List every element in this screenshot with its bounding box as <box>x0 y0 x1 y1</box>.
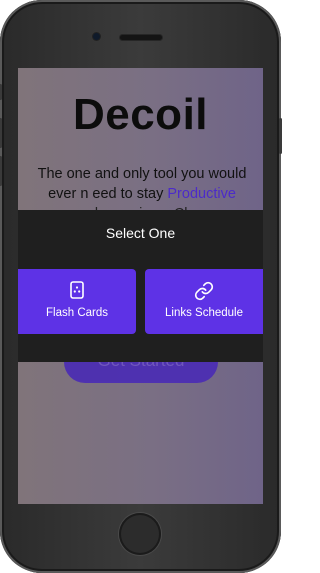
tagline-highlight: Productive <box>167 186 236 202</box>
earpiece-speaker <box>120 35 162 40</box>
sheet-title: Select One <box>105 225 176 241</box>
links-schedule-label: Links Schedule <box>165 307 243 319</box>
flash-cards-label: Flash Cards <box>46 307 108 319</box>
flash-cards-icon <box>69 281 85 303</box>
app-screen: Decoil The one and only tool you would e… <box>18 68 263 504</box>
phone-frame: Decoil The one and only tool you would e… <box>0 0 282 573</box>
volume-up-button <box>0 118 2 148</box>
volume-down-button <box>0 156 2 186</box>
links-schedule-button[interactable]: Links Schedule <box>145 269 263 334</box>
app-title: Decoil <box>72 90 209 139</box>
home-button[interactable] <box>119 513 161 555</box>
select-one-sheet: Select One Flash Cards Links Schedule <box>18 210 263 362</box>
link-icon <box>194 281 214 305</box>
flash-cards-button[interactable]: Flash Cards <box>18 269 136 334</box>
power-button <box>279 118 282 154</box>
mute-switch <box>0 84 2 100</box>
front-camera <box>93 33 100 40</box>
